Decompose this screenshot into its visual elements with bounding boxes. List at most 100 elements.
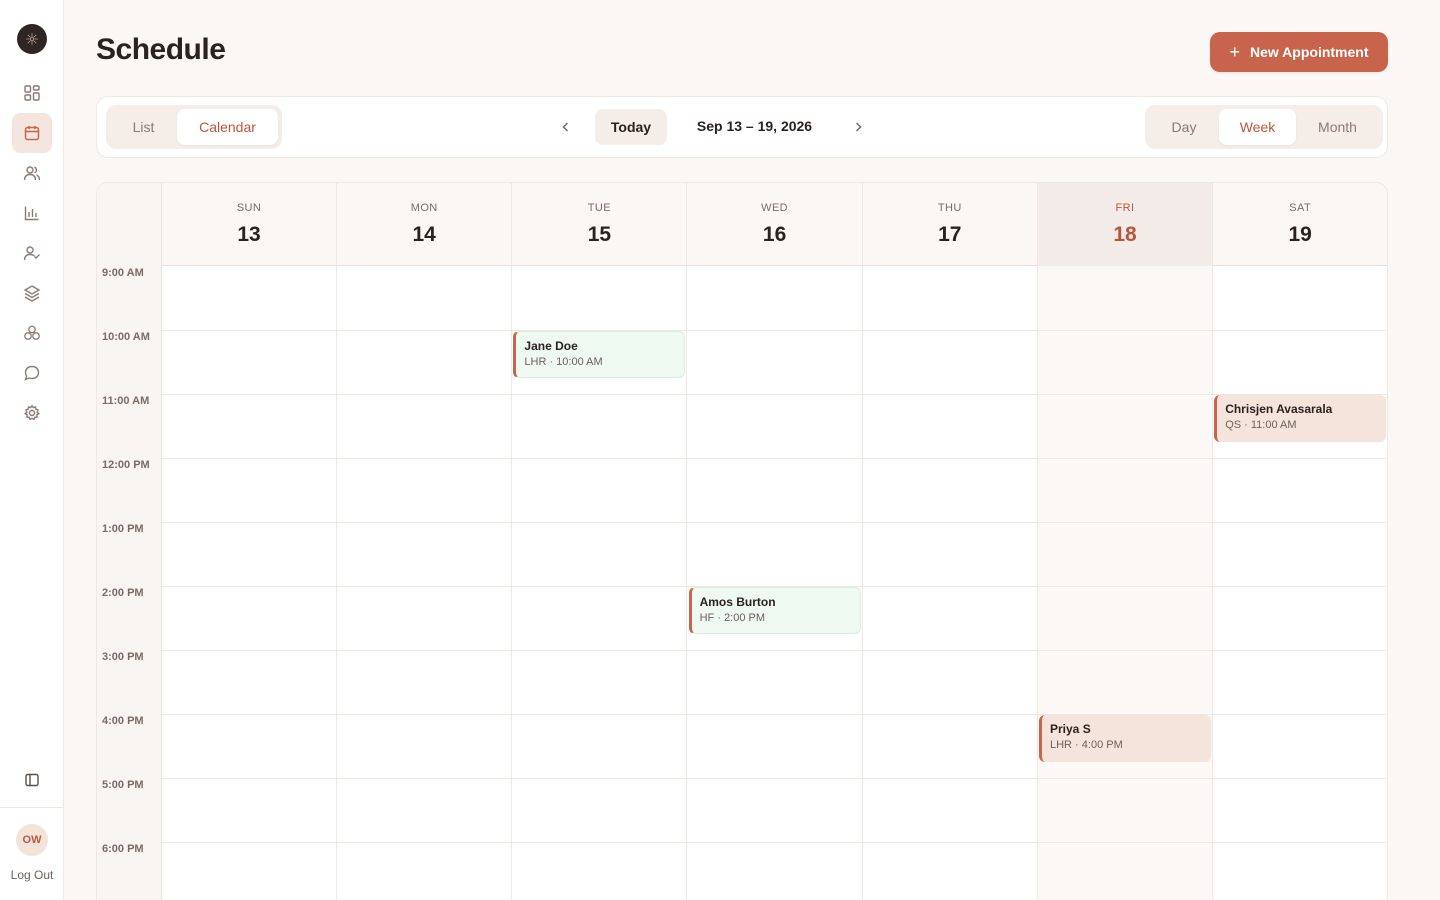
time-label: 1:00 PM xyxy=(102,523,144,535)
plus-icon: + xyxy=(1229,42,1241,62)
day-header-sun[interactable]: SUN 13 xyxy=(162,183,337,266)
sidebar-toggle-icon xyxy=(25,773,39,787)
tab-week[interactable]: Week xyxy=(1219,109,1296,145)
day-number-label: 16 xyxy=(762,223,787,246)
day-number-label: 19 xyxy=(1288,223,1312,246)
day-header-wed[interactable]: WED 16 xyxy=(688,183,863,266)
day-number-label: 15 xyxy=(587,223,612,246)
boxes-icon xyxy=(24,325,40,340)
day-header-fri[interactable]: FRI 18 xyxy=(1038,183,1213,266)
users-icon xyxy=(23,166,41,181)
hour-gridline xyxy=(162,842,1387,843)
week-calendar: SUN 13 MON 14 TUE 15 WED 16 THU 17 FRI 18 SAT 19 9:00… xyxy=(96,182,1388,900)
time-label: 3:00 PM xyxy=(102,651,144,663)
day-column-fri[interactable] xyxy=(1038,266,1213,900)
day-header-tue[interactable]: TUE 15 xyxy=(512,183,688,266)
time-label: 6:00 PM xyxy=(102,843,144,855)
sidebar-item-packages[interactable] xyxy=(12,313,52,353)
tab-calendar[interactable]: Calendar xyxy=(177,109,278,145)
day-number-label: 18 xyxy=(1113,223,1137,246)
flower-logo-icon xyxy=(26,33,38,45)
sidebar-item-settings[interactable] xyxy=(12,393,52,433)
day-header-thu[interactable]: THU 17 xyxy=(863,183,1038,266)
day-column-mon[interactable] xyxy=(337,266,513,900)
appointment-client-name: Amos Burton xyxy=(699,595,776,609)
day-number-label: 17 xyxy=(938,223,962,246)
time-label: 11:00 AM xyxy=(102,395,150,407)
day-column-sat[interactable] xyxy=(1213,266,1387,900)
today-button[interactable]: Today xyxy=(595,109,667,145)
layers-icon xyxy=(23,285,41,302)
hour-gridline xyxy=(162,394,1387,395)
sidebar-item-services[interactable] xyxy=(12,273,52,313)
time-label: 12:00 PM xyxy=(102,459,150,471)
day-column-wed[interactable] xyxy=(688,266,863,900)
page-title: Schedule xyxy=(96,33,226,66)
day-of-week-label: MON xyxy=(410,202,438,214)
appointment-card[interactable]: Chrisjen Avasarala QS · 11:00 AM xyxy=(1214,395,1387,442)
sidebar-item-reports[interactable] xyxy=(12,193,52,233)
hour-gridline xyxy=(162,458,1387,459)
next-week-button[interactable] xyxy=(847,116,869,138)
sidebar-item-messages[interactable] xyxy=(12,353,52,393)
time-label: 9:00 AM xyxy=(102,267,144,279)
grid-icon xyxy=(24,85,40,101)
sidebar-collapse-button[interactable] xyxy=(12,760,52,800)
time-label: 2:00 PM xyxy=(102,587,144,599)
time-label: 5:00 PM xyxy=(102,779,144,791)
day-header-row: SUN 13 MON 14 TUE 15 WED 16 THU 17 FRI 18 SAT 19 xyxy=(162,183,1387,266)
hour-gridline xyxy=(162,778,1387,779)
brand-logo[interactable] xyxy=(17,24,47,54)
gear-icon xyxy=(24,404,40,421)
new-appointment-button[interactable]: + New Appointment xyxy=(1210,32,1388,72)
prev-week-button[interactable] xyxy=(555,116,577,138)
bar-chart-icon xyxy=(24,206,39,221)
appointment-card[interactable]: Jane Doe LHR · 10:00 AM xyxy=(513,331,686,378)
appointment-detail: HF · 2:00 PM xyxy=(699,612,765,624)
day-column-thu[interactable] xyxy=(863,266,1038,900)
view-mode-toggle: List Calendar xyxy=(106,105,282,149)
appointment-client-name: Jane Doe xyxy=(524,339,578,353)
day-number-label: 14 xyxy=(412,223,436,246)
chevron-left-icon xyxy=(562,122,569,132)
calendar-toolbar: List Calendar Today Sep 13 – 19, 2026 Da… xyxy=(96,96,1388,158)
appointment-card[interactable]: Amos Burton HF · 2:00 PM xyxy=(688,587,861,634)
chevron-right-icon xyxy=(855,122,862,132)
tab-list[interactable]: List xyxy=(110,109,177,145)
hour-gridline xyxy=(162,522,1387,523)
user-avatar[interactable]: OW xyxy=(16,824,48,856)
day-of-week-label: SUN xyxy=(236,202,262,214)
day-of-week-label: SAT xyxy=(1289,202,1312,214)
hour-gridline xyxy=(162,650,1387,651)
calendar-icon xyxy=(24,126,40,141)
time-label: 10:00 AM xyxy=(102,331,150,343)
chat-icon xyxy=(24,365,40,381)
day-header-mon[interactable]: MON 14 xyxy=(337,183,513,266)
hour-gridline xyxy=(162,330,1387,331)
sidebar-item-clients[interactable] xyxy=(12,153,52,193)
time-label: 4:00 PM xyxy=(102,715,144,727)
appointment-card[interactable]: Priya S LHR · 4:00 PM xyxy=(1039,715,1211,762)
day-of-week-label: FRI xyxy=(1115,202,1135,214)
range-toggle: Day Week Month xyxy=(1145,105,1383,149)
new-appointment-label: New Appointment xyxy=(1250,44,1369,60)
user-check-icon xyxy=(23,246,40,261)
appointment-client-name: Chrisjen Avasarala xyxy=(1225,402,1333,416)
sidebar-item-staff[interactable] xyxy=(12,233,52,273)
appointment-detail: LHR · 4:00 PM xyxy=(1050,739,1123,751)
sidebar-divider xyxy=(0,807,63,808)
sidebar-item-dashboard[interactable] xyxy=(12,73,52,113)
sidebar-item-schedule[interactable] xyxy=(12,113,52,153)
appointment-detail: LHR · 10:00 AM xyxy=(524,356,603,368)
appointment-client-name: Priya S xyxy=(1050,722,1091,736)
logout-link[interactable]: Log Out xyxy=(0,868,64,882)
tab-day[interactable]: Day xyxy=(1149,109,1219,145)
day-of-week-label: THU xyxy=(937,202,962,214)
sidebar: OW Log Out xyxy=(0,0,64,900)
appointment-detail: QS · 11:00 AM xyxy=(1225,419,1297,431)
day-of-week-label: WED xyxy=(761,202,789,214)
day-header-sat[interactable]: SAT 19 xyxy=(1213,183,1387,266)
day-column-sun[interactable] xyxy=(162,266,337,900)
date-range-label: Sep 13 – 19, 2026 xyxy=(696,118,813,134)
tab-month[interactable]: Month xyxy=(1296,109,1379,145)
